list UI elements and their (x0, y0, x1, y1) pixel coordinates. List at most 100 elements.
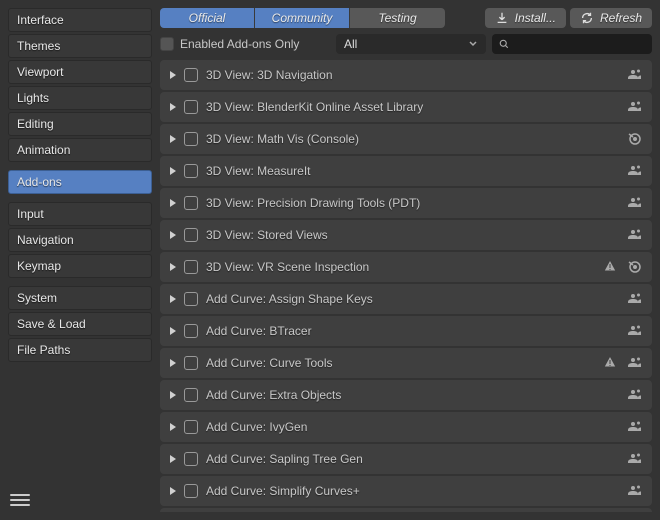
addon-row[interactable]: 3D View: 3D Navigation (160, 60, 652, 90)
expand-triangle-icon[interactable] (170, 455, 176, 463)
sidebar: InterfaceThemesViewportLightsEditingAnim… (0, 0, 160, 520)
addon-label: 3D View: Math Vis (Console) (206, 132, 359, 146)
install-label: Install... (515, 11, 556, 25)
expand-triangle-icon[interactable] (170, 231, 176, 239)
enabled-only-checkbox[interactable] (160, 37, 174, 51)
addon-row[interactable]: Add Curve: Assign Shape Keys (160, 284, 652, 314)
addon-enable-checkbox[interactable] (184, 388, 198, 402)
expand-triangle-icon[interactable] (170, 199, 176, 207)
sidebar-item-editing[interactable]: Editing (8, 112, 152, 136)
sidebar-item-viewport[interactable]: Viewport (8, 60, 152, 84)
blender-icon (626, 258, 642, 277)
addon-label: 3D View: VR Scene Inspection (206, 260, 369, 274)
community-icon (626, 482, 642, 501)
tab-testing[interactable]: Testing (350, 8, 445, 28)
chevron-down-icon (468, 39, 478, 49)
addon-row[interactable]: 3D View: VR Scene Inspection (160, 252, 652, 282)
addon-status-icons (626, 66, 642, 85)
sidebar-item-animation[interactable]: Animation (8, 138, 152, 162)
addon-label: Add Curve: Sapling Tree Gen (206, 452, 363, 466)
install-button[interactable]: Install... (485, 8, 566, 28)
addon-enable-checkbox[interactable] (184, 356, 198, 370)
topbar: OfficialCommunityTesting Install... Refr… (160, 8, 652, 28)
warning-icon (602, 354, 618, 373)
addon-row[interactable]: Add Mesh: A.N.T.Landscape (160, 508, 652, 512)
addon-enable-checkbox[interactable] (184, 452, 198, 466)
expand-triangle-icon[interactable] (170, 391, 176, 399)
addon-row[interactable]: Add Curve: Simplify Curves+ (160, 476, 652, 506)
addon-enable-checkbox[interactable] (184, 132, 198, 146)
community-icon (626, 418, 642, 437)
search-icon (498, 38, 510, 50)
addon-row[interactable]: Add Curve: IvyGen (160, 412, 652, 442)
addon-list: 3D View: 3D Navigation 3D View: BlenderKi… (160, 60, 652, 512)
sidebar-item-themes[interactable]: Themes (8, 34, 152, 58)
expand-triangle-icon[interactable] (170, 103, 176, 111)
expand-triangle-icon[interactable] (170, 487, 176, 495)
refresh-icon (580, 11, 594, 25)
addon-label: 3D View: BlenderKit Online Asset Library (206, 100, 423, 114)
addon-status-icons (626, 418, 642, 437)
addon-enable-checkbox[interactable] (184, 260, 198, 274)
addon-row[interactable]: 3D View: MeasureIt (160, 156, 652, 186)
expand-triangle-icon[interactable] (170, 135, 176, 143)
sidebar-item-file-paths[interactable]: File Paths (8, 338, 152, 362)
addon-status-icons (602, 354, 642, 373)
sidebar-item-input[interactable]: Input (8, 202, 152, 226)
addon-status-icons (626, 226, 642, 245)
expand-triangle-icon[interactable] (170, 167, 176, 175)
warning-icon (602, 258, 618, 277)
addon-row[interactable]: 3D View: Math Vis (Console) (160, 124, 652, 154)
addon-row[interactable]: 3D View: Stored Views (160, 220, 652, 250)
refresh-label: Refresh (600, 11, 642, 25)
sidebar-item-save-load[interactable]: Save & Load (8, 312, 152, 336)
addon-row[interactable]: 3D View: BlenderKit Online Asset Library (160, 92, 652, 122)
addon-row[interactable]: Add Curve: BTracer (160, 316, 652, 346)
addon-label: Add Curve: IvyGen (206, 420, 307, 434)
addon-status-icons (626, 98, 642, 117)
sidebar-item-interface[interactable]: Interface (8, 8, 152, 32)
addon-row[interactable]: Add Curve: Extra Objects (160, 380, 652, 410)
addon-row[interactable]: 3D View: Precision Drawing Tools (PDT) (160, 188, 652, 218)
blender-icon (626, 130, 642, 149)
addon-enable-checkbox[interactable] (184, 100, 198, 114)
addon-enable-checkbox[interactable] (184, 324, 198, 338)
sidebar-item-add-ons[interactable]: Add-ons (8, 170, 152, 194)
expand-triangle-icon[interactable] (170, 295, 176, 303)
community-icon (626, 290, 642, 309)
addon-label: 3D View: MeasureIt (206, 164, 311, 178)
search-input[interactable] (492, 34, 652, 54)
community-icon (626, 162, 642, 181)
addon-enable-checkbox[interactable] (184, 196, 198, 210)
expand-triangle-icon[interactable] (170, 423, 176, 431)
sidebar-item-lights[interactable]: Lights (8, 86, 152, 110)
refresh-button[interactable]: Refresh (570, 8, 652, 28)
addon-enable-checkbox[interactable] (184, 164, 198, 178)
sidebar-item-keymap[interactable]: Keymap (8, 254, 152, 278)
expand-triangle-icon[interactable] (170, 359, 176, 367)
tab-official[interactable]: Official (160, 8, 255, 28)
filter-bar: Enabled Add-ons Only All (160, 34, 652, 54)
context-menu-button[interactable] (10, 490, 30, 510)
sidebar-item-system[interactable]: System (8, 286, 152, 310)
addon-row[interactable]: Add Curve: Curve Tools (160, 348, 652, 378)
addon-enable-checkbox[interactable] (184, 420, 198, 434)
community-icon (626, 66, 642, 85)
addon-enable-checkbox[interactable] (184, 228, 198, 242)
expand-triangle-icon[interactable] (170, 263, 176, 271)
sidebar-item-navigation[interactable]: Navigation (8, 228, 152, 252)
enabled-only-label: Enabled Add-ons Only (180, 37, 299, 51)
addon-enable-checkbox[interactable] (184, 68, 198, 82)
addon-row[interactable]: Add Curve: Sapling Tree Gen (160, 444, 652, 474)
category-dropdown[interactable]: All (336, 34, 486, 54)
tab-community[interactable]: Community (255, 8, 350, 28)
addon-enable-checkbox[interactable] (184, 484, 198, 498)
community-icon (626, 386, 642, 405)
addon-status-icons (626, 386, 642, 405)
addon-enable-checkbox[interactable] (184, 292, 198, 306)
expand-triangle-icon[interactable] (170, 327, 176, 335)
addon-label: 3D View: Precision Drawing Tools (PDT) (206, 196, 420, 210)
expand-triangle-icon[interactable] (170, 71, 176, 79)
community-icon (626, 450, 642, 469)
addon-label: Add Curve: BTracer (206, 324, 312, 338)
